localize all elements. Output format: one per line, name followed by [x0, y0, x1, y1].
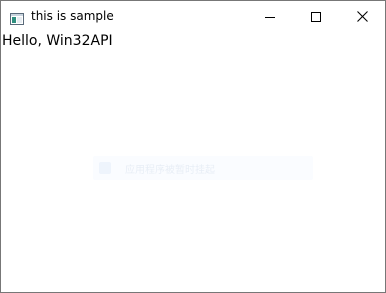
maximize-icon — [311, 11, 321, 22]
maximize-button[interactable] — [293, 1, 339, 32]
faded-notification-text: 应用程序被暂时挂起 — [125, 164, 215, 176]
app-window: this is sample Hello, Win32API 应用程序被暂时挂起 — [0, 0, 386, 293]
close-icon — [356, 11, 368, 22]
hello-text: Hello, Win32API — [2, 33, 113, 49]
close-button[interactable] — [339, 1, 385, 32]
window-title: this is sample — [31, 9, 114, 23]
faded-notification: 应用程序被暂时挂起 — [93, 156, 313, 180]
notification-icon — [99, 162, 111, 174]
minimize-icon — [265, 16, 275, 18]
minimize-button[interactable] — [247, 1, 293, 32]
app-window-icon[interactable] — [10, 10, 24, 25]
client-area[interactable]: Hello, Win32API 应用程序被暂时挂起 — [1, 32, 385, 292]
title-bar[interactable]: this is sample — [1, 1, 385, 32]
